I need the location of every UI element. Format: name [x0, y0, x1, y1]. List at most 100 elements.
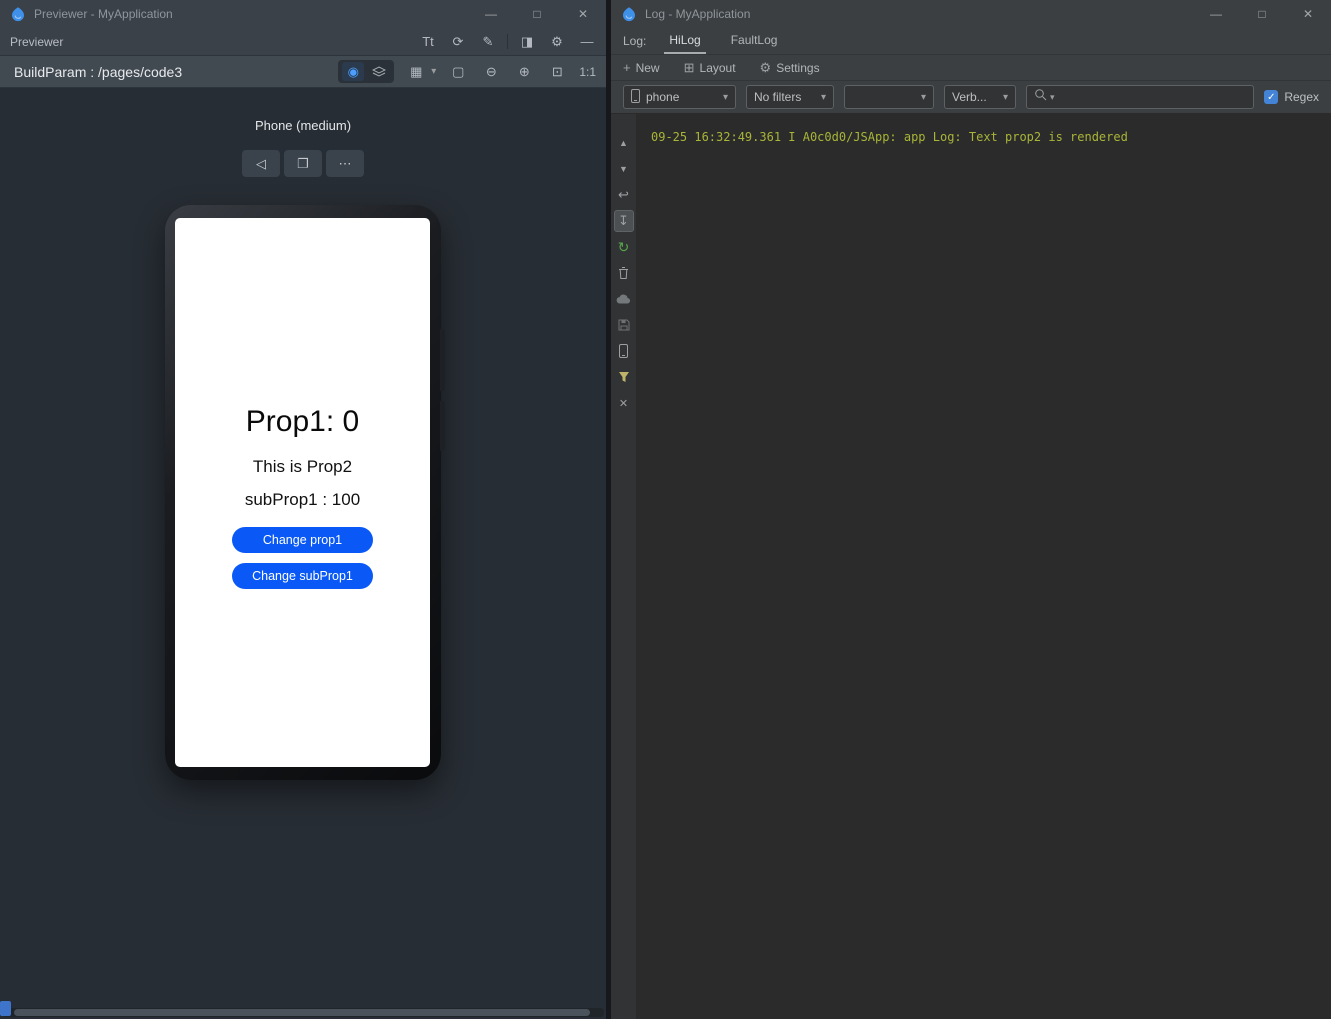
chevron-down-icon: ▾ [1003, 92, 1008, 103]
regex-label: Regex [1284, 90, 1319, 104]
layers-icon[interactable] [368, 62, 390, 81]
preview-nav-row: ◁ ❐ ⋯ [0, 150, 606, 177]
phone-device-icon [631, 89, 640, 106]
horizontal-scrollbar-thumb[interactable] [14, 1009, 590, 1016]
fit-screen-icon[interactable]: ⊡ [546, 61, 568, 83]
previewer-toolbar: Previewer Tt ⟳ ✎ ◨ ⚙ — [0, 28, 606, 56]
log-close-button[interactable]: ✕ [1285, 0, 1331, 28]
zoom-scale-button[interactable]: 1:1 [579, 65, 596, 79]
prop1-text: Prop1: 0 [246, 406, 359, 438]
chevron-down-icon: ▾ [431, 66, 436, 77]
previewer-titlebar: Previewer - MyApplication — □ ✕ [0, 0, 606, 28]
phone-volume-button [440, 329, 445, 391]
build-param-label: BuildParam : /pages/code3 [14, 64, 182, 80]
preview-mode-toggle-group: ◉ [338, 60, 394, 83]
subprop1-text: subProp1 : 100 [245, 489, 360, 511]
zoom-in-icon[interactable]: ⊕ [513, 61, 535, 83]
soft-wrap-icon[interactable]: ↩ [613, 182, 635, 208]
horizontal-scrollbar[interactable] [2, 1008, 604, 1017]
filter-funnel-icon[interactable] [613, 364, 635, 390]
font-scale-icon[interactable]: Tt [417, 31, 439, 53]
previewer-window-title: Previewer - MyApplication [34, 7, 173, 21]
log-maximize-button[interactable]: □ [1239, 0, 1285, 28]
log-search-input[interactable] [1058, 86, 1247, 108]
log-level-value: Verb... [952, 90, 987, 104]
scroll-to-end-icon[interactable]: ↧ [614, 210, 634, 232]
deveco-logo-icon [10, 6, 26, 22]
log-window: Log - MyApplication — □ ✕ Log: HiLog Fau… [611, 0, 1331, 1019]
log-titlebar: Log - MyApplication — □ ✕ [611, 0, 1331, 28]
previewer-settings-gear-icon[interactable]: ⚙ [546, 31, 568, 53]
new-filter-button[interactable]: + New [623, 60, 660, 75]
previewer-window-controls: — □ ✕ [468, 0, 606, 28]
log-level-select[interactable]: Verb... ▾ [944, 85, 1016, 109]
log-entry: 09-25 16:32:49.361 I A0c0d0/JSApp: app L… [651, 129, 1331, 145]
regex-checkbox[interactable]: ✓ [1264, 90, 1278, 104]
layout-button[interactable]: ⊞ Layout [684, 60, 736, 76]
deveco-logo-icon [621, 6, 637, 22]
device-select[interactable]: phone ▾ [623, 85, 736, 109]
back-button[interactable]: ◁ [242, 150, 280, 177]
previewer-toolbar-icons: Tt ⟳ ✎ ◨ ⚙ — [417, 31, 598, 53]
device-log-icon[interactable] [613, 338, 635, 364]
more-button[interactable]: ⋯ [326, 150, 364, 177]
refresh-icon[interactable]: ⟳ [447, 31, 469, 53]
change-prop1-button[interactable]: Change prop1 [232, 527, 373, 553]
plus-icon: + [623, 60, 631, 75]
frame-bounds-icon[interactable]: ▢ [447, 61, 469, 83]
scroll-down-icon[interactable]: ▼ [613, 156, 635, 182]
settings-gear-icon: ⚙ [760, 60, 772, 76]
inspect-icon[interactable]: ✎ [477, 31, 499, 53]
zoom-out-icon[interactable]: ⊖ [480, 61, 502, 83]
cloud-icon[interactable] [613, 286, 635, 312]
phone-power-button [440, 401, 445, 451]
log-section-label: Log: [623, 34, 650, 54]
previewer-toolbar-label: Previewer [10, 35, 63, 49]
log-actions-row: + New ⊞ Layout ⚙ Settings [611, 55, 1331, 81]
log-window-title: Log - MyApplication [645, 7, 750, 21]
log-search-box[interactable]: ▾ [1026, 85, 1254, 109]
previewer-close-button[interactable]: ✕ [560, 0, 606, 28]
change-subprop1-button[interactable]: Change subProp1 [232, 563, 373, 589]
save-log-icon[interactable] [613, 312, 635, 338]
tab-faultlog[interactable]: FaultLog [726, 28, 783, 54]
scope-select[interactable]: ▾ [844, 85, 934, 109]
chevron-down-icon: ▾ [723, 92, 728, 103]
collapse-panel-icon[interactable]: — [576, 31, 598, 53]
component-grid-dropdown[interactable]: ▦ ▾ [405, 61, 436, 83]
device-preview-target-icon[interactable]: ◉ [342, 62, 364, 81]
restart-session-icon[interactable]: ↻ [613, 234, 635, 260]
settings-button[interactable]: ⚙ Settings [760, 60, 820, 76]
clear-log-trash-icon[interactable] [613, 260, 635, 286]
filter-select-value: No filters [754, 90, 801, 104]
device-label: Phone (medium) [0, 118, 606, 133]
new-filter-label: New [636, 61, 660, 75]
search-history-chevron-icon[interactable]: ▾ [1050, 92, 1055, 103]
scroll-up-icon[interactable]: ▲ [613, 130, 635, 156]
chevron-down-icon: ▾ [821, 92, 826, 103]
chevron-down-icon: ▾ [921, 92, 926, 103]
search-icon [1034, 88, 1047, 106]
log-minimize-button[interactable]: — [1193, 0, 1239, 28]
close-panel-icon[interactable]: ✕ [613, 390, 635, 416]
log-window-controls: — □ ✕ [1193, 0, 1331, 28]
component-grid-icon: ▦ [405, 61, 427, 83]
filter-select[interactable]: No filters ▾ [746, 85, 834, 109]
panel-layout-icon[interactable]: ◨ [516, 31, 538, 53]
prop2-text: This is Prop2 [253, 456, 352, 478]
toolbar-divider [507, 34, 508, 49]
build-param-icons: ◉ ▦ ▾ ▢ ⊖ ⊕ ⊡ 1:1 [338, 60, 596, 83]
log-body: ▲ ▼ ↩ ↧ ↻ ✕ 09-25 16:32:49.361 I A0c0d0 [611, 114, 1331, 1019]
settings-label: Settings [776, 61, 819, 75]
tab-hilog[interactable]: HiLog [664, 28, 705, 54]
log-icon-strip: ▲ ▼ ↩ ↧ ↻ ✕ [611, 114, 637, 1019]
phone-screen: Prop1: 0 This is Prop2 subProp1 : 100 Ch… [175, 218, 430, 767]
previewer-minimize-button[interactable]: — [468, 0, 514, 28]
bottom-left-blue-badge[interactable] [0, 1001, 11, 1016]
log-output-pane[interactable]: 09-25 16:32:49.361 I A0c0d0/JSApp: app L… [637, 114, 1331, 1019]
log-tabs-row: Log: HiLog FaultLog [611, 28, 1331, 55]
log-filter-row: phone ▾ No filters ▾ ▾ Verb... ▾ ▾ ✓ Reg… [611, 81, 1331, 114]
regex-toggle[interactable]: ✓ Regex [1264, 90, 1319, 104]
rotate-button[interactable]: ❐ [284, 150, 322, 177]
previewer-maximize-button[interactable]: □ [514, 0, 560, 28]
